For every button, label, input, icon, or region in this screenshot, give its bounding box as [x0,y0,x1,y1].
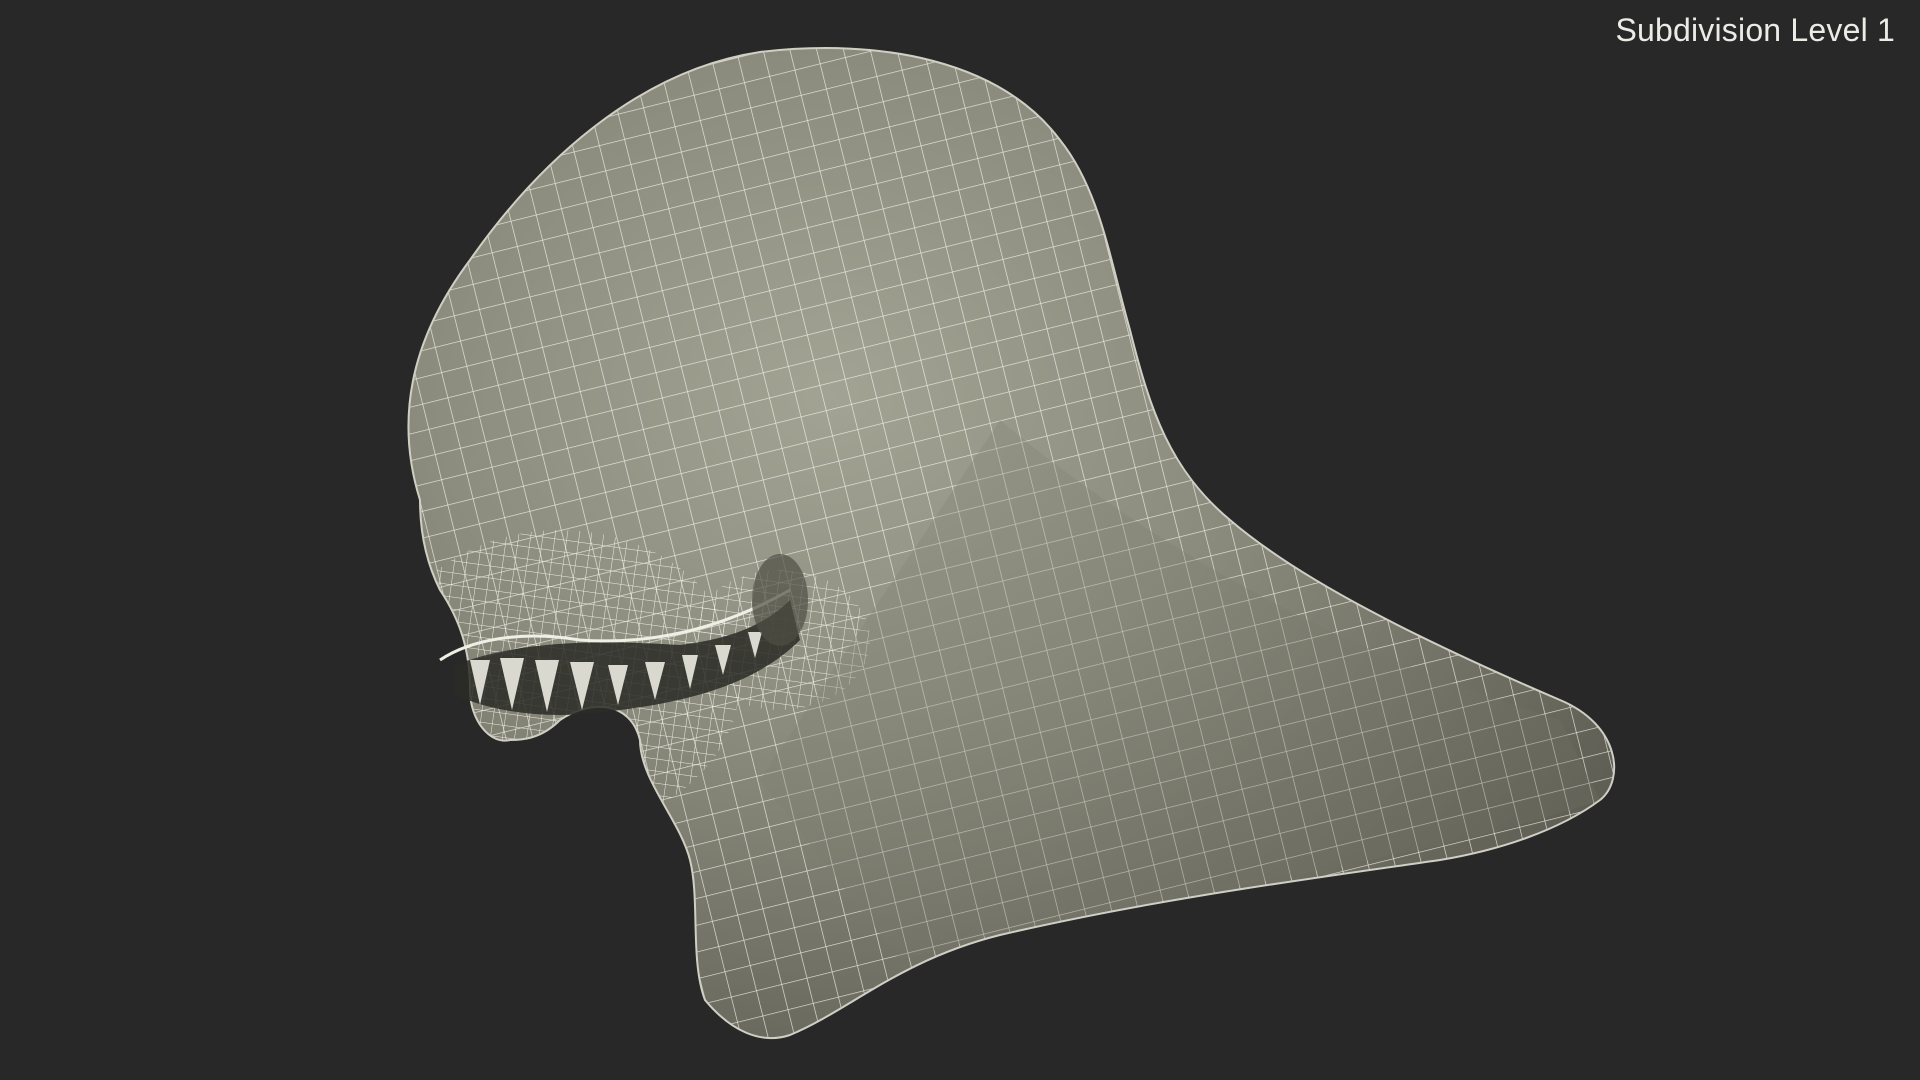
subdivision-level-label: Subdivision Level 1 [1615,12,1895,48]
render-viewport: Subdivision Level 1 [0,0,1920,1080]
wireframe-model [407,47,1616,1040]
